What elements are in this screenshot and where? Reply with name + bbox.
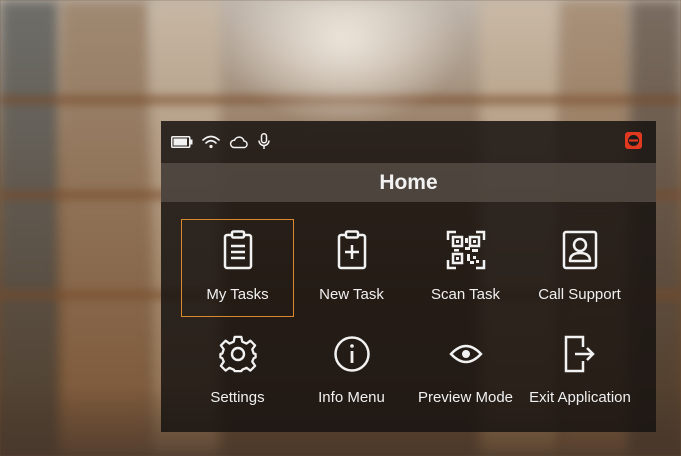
info-icon [333,332,371,376]
menu-item-label: My Tasks [206,286,269,303]
page-title: Home [379,170,438,194]
menu-item-new-task[interactable]: New Task [295,219,408,317]
menu-item-label: Settings [210,389,265,406]
home-panel: Home My Tasks New Task Scan Task Call Su… [161,121,656,432]
gear-icon [217,332,259,376]
qr-code-icon [446,228,486,272]
menu-item-label: Info Menu [318,389,385,406]
status-bar [161,121,656,162]
exit-icon [563,332,597,376]
menu-item-label: Scan Task [431,286,500,303]
menu-item-my-tasks[interactable]: My Tasks [181,219,294,317]
microphone-icon [258,133,270,150]
menu-item-preview-mode[interactable]: Preview Mode [409,327,522,425]
eye-icon [448,332,483,376]
wifi-icon [202,135,220,149]
menu-item-label: Call Support [538,286,621,303]
menu-item-info-menu[interactable]: Info Menu [295,327,408,425]
menu-item-label: Exit Application [529,389,631,406]
menu-item-call-support[interactable]: Call Support [523,219,636,317]
cloud-icon [229,135,249,149]
menu-item-scan-task[interactable]: Scan Task [409,219,522,317]
menu-item-label: Preview Mode [417,389,514,406]
contact-card-icon [562,228,598,272]
clipboard-list-icon [223,228,253,272]
battery-icon [171,135,193,148]
menu-item-exit-application[interactable]: Exit Application [518,327,642,425]
menu-item-label: New Task [319,286,384,303]
menu-item-settings[interactable]: Settings [181,327,294,425]
page-header: Home [161,163,656,202]
app-logo-icon[interactable] [625,132,642,149]
clipboard-plus-icon [337,228,367,272]
